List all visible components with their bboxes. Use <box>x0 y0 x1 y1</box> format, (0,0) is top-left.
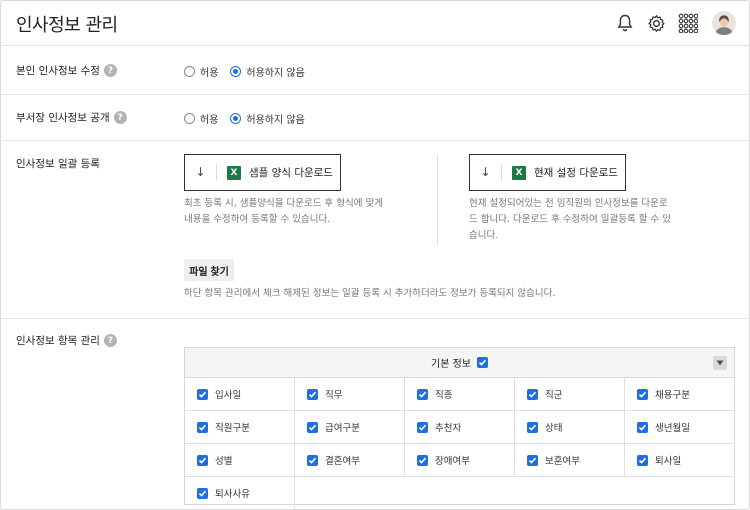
bell-icon[interactable] <box>614 12 636 34</box>
field-item: 추천자 <box>405 411 515 444</box>
group-title: 기본 정보 <box>431 359 471 370</box>
field-checkbox[interactable] <box>417 454 428 466</box>
field-label: 보훈여부 <box>545 456 580 467</box>
field-checkbox[interactable] <box>527 421 538 433</box>
sample-download-description: 최초 등록 시, 샘플양식을 다운로드 후 형식에 맞게 내용을 수정하여 등록… <box>184 198 383 225</box>
help-icon[interactable]: ? <box>103 64 117 77</box>
sample-download-button[interactable]: ↓ X 샘플 양식 다운로드 <box>184 154 341 191</box>
field-checkbox[interactable] <box>417 421 428 433</box>
field-label: 결혼여부 <box>325 456 360 467</box>
field-item: 장애여부 <box>405 444 515 477</box>
field-checkbox[interactable] <box>527 388 538 400</box>
field-label: 장애여부 <box>435 456 470 467</box>
field-item: 생년월일 <box>625 411 735 444</box>
current-settings-download-button[interactable]: ↓ X 현재 설정 다운로드 <box>469 154 626 191</box>
field-label: 급여구분 <box>325 423 360 434</box>
self-edit-radio-group: 허용 허용하지 않음 <box>184 64 305 79</box>
field-item: 직종 <box>405 378 515 411</box>
excel-icon: X <box>227 165 241 180</box>
group-header: 기본 정보 <box>185 348 734 378</box>
field-label: 입사일 <box>215 390 242 401</box>
field-checkbox[interactable] <box>197 454 208 466</box>
dept-head-public-row: 부서장 인사정보 공개 ? 허용 허용하지 않음 <box>0 95 750 141</box>
self-edit-deny-radio[interactable]: 허용하지 않음 <box>230 64 305 79</box>
field-label: 성별 <box>215 456 233 467</box>
field-checkbox[interactable] <box>307 388 318 400</box>
field-item: 퇴사일 <box>625 444 735 477</box>
field-checkbox[interactable] <box>637 421 648 433</box>
column-divider <box>437 154 438 246</box>
field-label: 채용구분 <box>655 390 690 401</box>
field-checkbox[interactable] <box>197 487 208 499</box>
field-item: 보훈여부 <box>515 444 625 477</box>
download-icon: ↓ <box>470 164 502 181</box>
apps-grid-icon[interactable] <box>677 12 699 34</box>
field-item: 결혼여부 <box>295 444 405 477</box>
field-label: 상태 <box>545 423 563 434</box>
field-mgmt-table: 기본 정보 입사일 직무 직종 직군 채용구분직원구분 급여구분 추천자 상태 생년월일성별 결혼… <box>184 347 735 510</box>
bulk-register-label: 인사정보 일괄 등록 <box>16 158 100 170</box>
field-item: 채용구분 <box>625 378 735 411</box>
help-icon[interactable]: ? <box>103 334 117 347</box>
field-checkbox[interactable] <box>307 454 318 466</box>
field-checkbox[interactable] <box>637 454 648 466</box>
field-item: 직원구분 <box>185 411 295 444</box>
field-item: 퇴사사유 <box>185 477 295 510</box>
field-item: 성별 <box>185 444 295 477</box>
download-icon: ↓ <box>185 164 217 181</box>
field-item: 직군 <box>515 378 625 411</box>
field-label: 퇴사일 <box>655 456 682 467</box>
page-header: 인사정보 관리 <box>0 0 750 46</box>
field-checkbox[interactable] <box>417 388 428 400</box>
field-label: 직군 <box>545 390 563 401</box>
field-checkbox[interactable] <box>197 388 208 400</box>
find-file-button[interactable]: 파일 찾기 <box>184 259 234 281</box>
field-item: 상태 <box>515 411 625 444</box>
bulk-register-note: 하단 항목 관리에서 체크 해제된 정보는 일괄 등록 시 추가하더라도 정보가… <box>184 288 556 299</box>
group-checkbox[interactable] <box>476 357 488 368</box>
dept-head-public-radio-group: 허용 허용하지 않음 <box>184 111 305 126</box>
field-label: 직무 <box>325 390 343 401</box>
field-item: 급여구분 <box>295 411 405 444</box>
page-title: 인사정보 관리 <box>16 15 118 36</box>
field-label: 직종 <box>435 390 453 401</box>
field-item: 입사일 <box>185 378 295 411</box>
field-label: 퇴사사유 <box>215 489 250 500</box>
field-mgmt-label: 인사정보 항목 관리 ? <box>16 333 117 348</box>
excel-icon: X <box>512 165 526 180</box>
field-label: 직원구분 <box>215 423 250 434</box>
avatar[interactable] <box>712 11 736 35</box>
field-checkbox[interactable] <box>637 388 648 400</box>
dept-head-deny-radio[interactable]: 허용하지 않음 <box>230 111 305 126</box>
field-item: 직무 <box>295 378 405 411</box>
field-label: 생년월일 <box>655 423 690 434</box>
help-icon[interactable]: ? <box>113 111 127 124</box>
self-edit-row: 본인 인사정보 수정 ? 허용 허용하지 않음 <box>0 46 750 95</box>
field-label: 추천자 <box>435 423 462 434</box>
chevron-down-icon[interactable] <box>713 356 727 370</box>
dept-head-public-label: 부서장 인사정보 공개 ? <box>16 110 127 125</box>
dept-head-allow-radio[interactable]: 허용 <box>184 111 218 126</box>
field-checkbox[interactable] <box>307 421 318 433</box>
field-checkbox[interactable] <box>197 421 208 433</box>
gear-icon[interactable] <box>645 12 667 34</box>
self-edit-label: 본인 인사정보 수정 ? <box>16 63 117 78</box>
current-settings-description: 현재 설정되어있는 전 임직원의 인사정보를 다운로 드 합니다. 다운로드 후… <box>469 198 671 241</box>
self-edit-allow-radio[interactable]: 허용 <box>184 64 218 79</box>
field-checkbox[interactable] <box>527 454 538 466</box>
